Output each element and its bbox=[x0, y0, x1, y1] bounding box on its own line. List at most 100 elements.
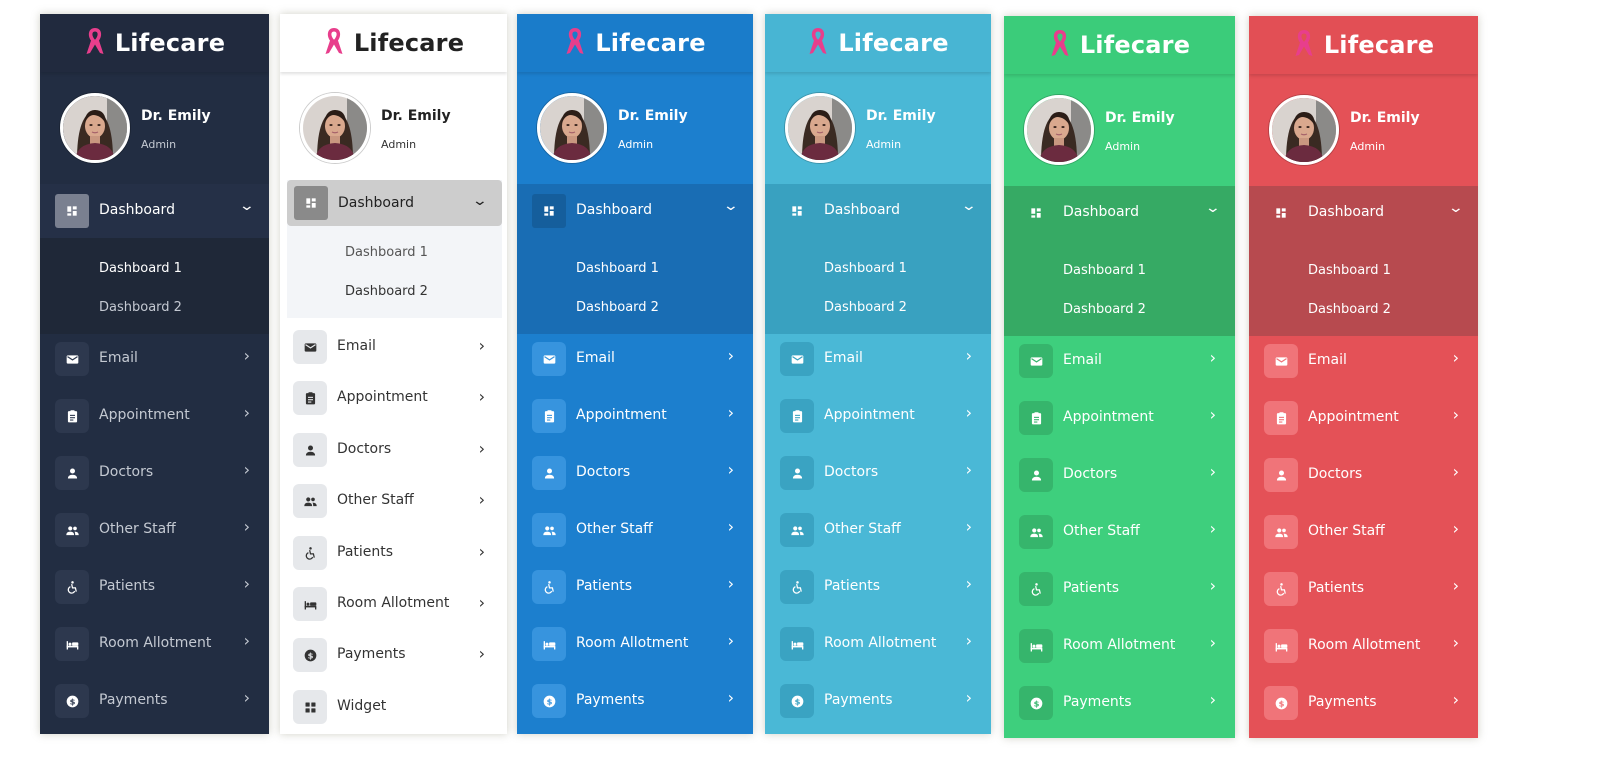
sidebar-item-appointment[interactable]: Appointment › bbox=[1249, 393, 1478, 443]
dashboard-section: Dashboard ⌄ Dashboard 1 Dashboard 2 bbox=[765, 184, 991, 334]
chevron-down-icon[interactable]: ⌄ bbox=[1448, 200, 1464, 216]
sidebar-item-payments[interactable]: $ Payments › bbox=[1004, 678, 1235, 728]
chevron-right-icon: › bbox=[1452, 348, 1459, 367]
sidebar-item-room-allotment[interactable]: Room Allotment › bbox=[40, 619, 269, 669]
sidebar-item-email[interactable]: Email › bbox=[517, 334, 753, 384]
sidebar-item-dashboard[interactable]: Dashboard ⌄ bbox=[287, 180, 502, 226]
sidebar-item-payments[interactable]: $ Payments › bbox=[280, 630, 507, 680]
sidebar-item-other-staff[interactable]: Other Staff › bbox=[765, 505, 991, 555]
sidebar-item-email[interactable]: Email › bbox=[40, 334, 269, 384]
sidebar-item-doctors[interactable]: Doctors › bbox=[1249, 450, 1478, 500]
chevron-down-icon[interactable]: ⌄ bbox=[472, 193, 488, 209]
sidebar-item-patients[interactable]: Patients › bbox=[765, 562, 991, 612]
avatar[interactable] bbox=[537, 93, 607, 163]
submenu-dashboard-2[interactable]: Dashboard 2 bbox=[345, 284, 428, 299]
chevron-right-icon: › bbox=[1452, 576, 1459, 595]
submenu-dashboard-1[interactable]: Dashboard 1 bbox=[824, 261, 907, 276]
sidebar-item-payments[interactable]: $ Payments › bbox=[40, 676, 269, 726]
sidebar-item-label: Doctors bbox=[824, 464, 879, 480]
clipboard-icon bbox=[293, 381, 327, 415]
chevron-down-icon[interactable]: ⌄ bbox=[239, 198, 255, 214]
submenu-dashboard-1[interactable]: Dashboard 1 bbox=[99, 261, 182, 276]
sidebar-item-dashboard[interactable]: Dashboard ⌄ bbox=[1249, 186, 1478, 240]
avatar[interactable] bbox=[300, 93, 370, 163]
sidebar-item-patients[interactable]: Patients › bbox=[40, 562, 269, 612]
submenu-dashboard-2[interactable]: Dashboard 2 bbox=[824, 300, 907, 315]
sidebar-item-appointment[interactable]: Appointment › bbox=[280, 373, 507, 423]
sidebar-item-patients[interactable]: Patients › bbox=[1004, 564, 1235, 614]
sidebar-item-appointment[interactable]: Appointment › bbox=[517, 391, 753, 441]
sidebar-item-appointment[interactable]: Appointment › bbox=[765, 391, 991, 441]
dashboard-section: Dashboard ⌄ Dashboard 1 Dashboard 2 bbox=[1249, 186, 1478, 336]
dashboard-grid-icon bbox=[532, 194, 566, 228]
avatar[interactable] bbox=[1269, 95, 1339, 165]
sidebar-item-patients[interactable]: Patients › bbox=[1249, 564, 1478, 614]
sidebar-item-dashboard[interactable]: Dashboard ⌄ bbox=[765, 184, 991, 238]
chevron-down-icon[interactable]: ⌄ bbox=[1205, 200, 1221, 216]
sidebar-item-doctors[interactable]: Doctors › bbox=[517, 448, 753, 498]
wheelchair-icon bbox=[1019, 572, 1053, 606]
sidebar-item-dashboard[interactable]: Dashboard ⌄ bbox=[517, 184, 753, 238]
sidebar-item-widget[interactable]: Widget bbox=[280, 682, 507, 732]
sidebar-item-payments[interactable]: $ Payments › bbox=[1249, 678, 1478, 728]
sidebar-item-email[interactable]: Email › bbox=[280, 322, 507, 372]
submenu-dashboard-2[interactable]: Dashboard 2 bbox=[99, 300, 182, 315]
chevron-down-icon[interactable]: ⌄ bbox=[723, 198, 739, 214]
logo[interactable]: Lifecare bbox=[84, 25, 225, 61]
avatar[interactable] bbox=[785, 93, 855, 163]
sidebar-item-room-allotment[interactable]: Room Allotment › bbox=[1249, 621, 1478, 671]
logo[interactable]: Lifecare bbox=[807, 25, 948, 61]
sidebar-item-label: Dashboard bbox=[99, 202, 175, 218]
submenu-dashboard-1[interactable]: Dashboard 1 bbox=[1063, 263, 1146, 278]
submenu-dashboard-1[interactable]: Dashboard 1 bbox=[1308, 263, 1391, 278]
avatar[interactable] bbox=[1024, 95, 1094, 165]
sidebar-item-other-staff[interactable]: Other Staff › bbox=[280, 476, 507, 526]
sidebar-item-doctors[interactable]: Doctors › bbox=[1004, 450, 1235, 500]
user-name: Dr. Emily bbox=[1105, 110, 1175, 126]
chevron-down-icon[interactable]: ⌄ bbox=[961, 198, 977, 214]
sidebar-item-label: Doctors bbox=[99, 464, 154, 480]
sidebar-item-appointment[interactable]: Appointment › bbox=[1004, 393, 1235, 443]
logo[interactable]: Lifecare bbox=[1293, 27, 1434, 63]
sidebar-item-other-staff[interactable]: Other Staff › bbox=[40, 505, 269, 555]
sidebar-item-doctors[interactable]: Doctors › bbox=[40, 448, 269, 498]
sidebar-item-room-allotment[interactable]: Room Allotment › bbox=[517, 619, 753, 669]
chevron-right-icon: › bbox=[727, 346, 734, 365]
dollar-icon: $ bbox=[1019, 686, 1053, 720]
sidebar-item-room-allotment[interactable]: Room Allotment › bbox=[765, 619, 991, 669]
sidebar-item-dashboard[interactable]: Dashboard ⌄ bbox=[40, 184, 269, 238]
sidebar-blue: Lifecare Dr. Emily Admin Dashboard ⌄ Dashboar… bbox=[517, 14, 753, 734]
ribbon-icon bbox=[84, 25, 106, 61]
sidebar-item-other-staff[interactable]: Other Staff › bbox=[517, 505, 753, 555]
sidebar-item-doctors[interactable]: Doctors › bbox=[765, 448, 991, 498]
sidebar-item-payments[interactable]: $ Payments › bbox=[765, 676, 991, 726]
sidebar-item-label: Doctors bbox=[1063, 466, 1118, 482]
avatar[interactable] bbox=[60, 93, 130, 163]
logo[interactable]: Lifecare bbox=[323, 25, 464, 61]
submenu-dashboard-2[interactable]: Dashboard 2 bbox=[576, 300, 659, 315]
sidebar-item-patients[interactable]: Patients › bbox=[280, 528, 507, 578]
sidebar-item-other-staff[interactable]: Other Staff › bbox=[1249, 507, 1478, 557]
sidebar-item-other-staff[interactable]: Other Staff › bbox=[1004, 507, 1235, 557]
submenu-dashboard-2[interactable]: Dashboard 2 bbox=[1063, 302, 1146, 317]
sidebar-item-doctors[interactable]: Doctors › bbox=[280, 425, 507, 475]
sidebar-item-appointment[interactable]: Appointment › bbox=[40, 391, 269, 441]
chevron-right-icon: › bbox=[727, 574, 734, 593]
sidebar-item-email[interactable]: Email › bbox=[1249, 336, 1478, 386]
logo[interactable]: Lifecare bbox=[1049, 27, 1190, 63]
sidebar-item-payments[interactable]: $ Payments › bbox=[517, 676, 753, 726]
submenu-dashboard-1[interactable]: Dashboard 1 bbox=[345, 245, 428, 260]
sidebar-item-dashboard[interactable]: Dashboard ⌄ bbox=[1004, 186, 1235, 240]
user-profile: Dr. Emily Admin bbox=[517, 72, 753, 184]
chevron-right-icon: › bbox=[243, 688, 250, 707]
sidebar-light: Lifecare Dr. Emily Admin Dashboard ⌄ Dashboar… bbox=[280, 14, 507, 734]
submenu-dashboard-2[interactable]: Dashboard 2 bbox=[1308, 302, 1391, 317]
sidebar-item-email[interactable]: Email › bbox=[765, 334, 991, 384]
sidebar-item-room-allotment[interactable]: Room Allotment › bbox=[280, 579, 507, 629]
people-icon bbox=[1019, 515, 1053, 549]
sidebar-item-room-allotment[interactable]: Room Allotment › bbox=[1004, 621, 1235, 671]
sidebar-item-email[interactable]: Email › bbox=[1004, 336, 1235, 386]
logo[interactable]: Lifecare bbox=[564, 25, 705, 61]
sidebar-item-patients[interactable]: Patients › bbox=[517, 562, 753, 612]
submenu-dashboard-1[interactable]: Dashboard 1 bbox=[576, 261, 659, 276]
